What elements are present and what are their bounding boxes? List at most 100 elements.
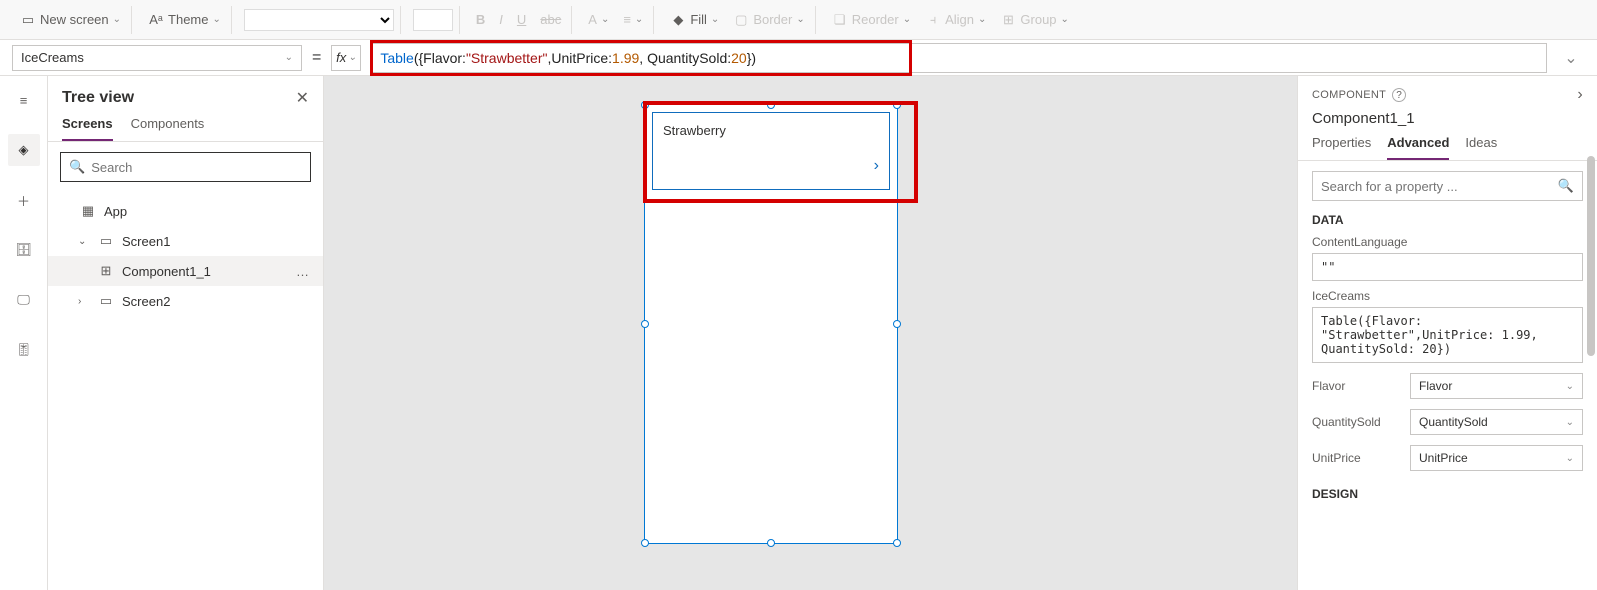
strike-button[interactable]: abc <box>536 10 565 29</box>
tree-node-screen2[interactable]: › ▭ Screen2 <box>48 286 323 316</box>
resize-handle[interactable] <box>893 539 901 547</box>
resize-handle[interactable] <box>893 320 901 328</box>
ribbon-toolbar: ▭ New screen ⌄ Aᵃ Theme ⌄ B I U abc A⌄ ≡… <box>0 0 1597 40</box>
resize-handle[interactable] <box>893 101 901 109</box>
property-search-input[interactable] <box>1321 179 1558 194</box>
resize-handle[interactable] <box>641 320 649 328</box>
rail-settings[interactable]: 🎚 <box>8 334 40 366</box>
text-align-button[interactable]: ≡⌄ <box>619 10 647 29</box>
resize-handle[interactable] <box>641 101 649 109</box>
database-icon: 🗄 <box>15 242 32 258</box>
chevron-down-icon[interactable]: ⌄ <box>78 236 90 247</box>
more-options-button[interactable]: … <box>296 264 311 279</box>
plus-icon: ＋ <box>17 191 30 210</box>
fill-icon: ◆ <box>670 12 686 28</box>
selected-component-name: Component1_1 <box>1298 106 1597 135</box>
tab-components[interactable]: Components <box>131 116 205 141</box>
search-icon: 🔍 <box>69 159 85 175</box>
font-size-input[interactable] <box>413 9 453 31</box>
contentlanguage-field[interactable]: "" <box>1312 253 1583 281</box>
tree-node-app[interactable]: ▦ App <box>48 196 323 226</box>
italic-button[interactable]: I <box>495 10 507 29</box>
flavor-select[interactable]: Flavor ⌄ <box>1410 373 1583 399</box>
section-data-header: DATA <box>1312 213 1583 227</box>
quantitysold-select[interactable]: QuantitySold ⌄ <box>1410 409 1583 435</box>
help-icon[interactable]: ? <box>1392 88 1406 102</box>
component-icon: ⊞ <box>98 263 114 279</box>
main-area: ≡ ◈ ＋ 🗄 🖵 🎚 Tree view ✕ Screens Componen… <box>0 76 1597 590</box>
rail-tree-view[interactable]: ◈ <box>8 134 40 166</box>
font-family-select[interactable] <box>244 9 394 31</box>
property-name: IceCreams <box>21 50 84 65</box>
property-search[interactable]: 🔍 <box>1312 171 1583 201</box>
border-button[interactable]: ▢ Border ⌄ <box>729 10 808 30</box>
media-icon: 🖵 <box>17 292 30 308</box>
new-screen-button[interactable]: ▭ New screen ⌄ <box>16 10 125 30</box>
reorder-icon: ❏ <box>832 12 848 28</box>
left-rail: ≡ ◈ ＋ 🗄 🖵 🎚 <box>0 76 48 590</box>
border-icon: ▢ <box>733 12 749 28</box>
layers-icon: ◈ <box>19 142 29 158</box>
chevron-right-icon[interactable]: › <box>78 296 90 307</box>
quantitysold-label: QuantitySold <box>1312 415 1402 429</box>
rail-media[interactable]: 🖵 <box>8 284 40 316</box>
bold-button[interactable]: B <box>472 10 489 29</box>
expand-panel-button[interactable]: › <box>1577 86 1583 104</box>
chevron-down-icon: ⌄ <box>1566 381 1574 392</box>
gallery-item-flavor: Strawberry <box>663 123 726 138</box>
tree-search[interactable]: 🔍 <box>60 152 311 182</box>
rail-data[interactable]: 🗄 <box>8 234 40 266</box>
contentlanguage-label: ContentLanguage <box>1312 235 1583 249</box>
tab-properties[interactable]: Properties <box>1312 135 1371 160</box>
fill-button[interactable]: ◆ Fill ⌄ <box>666 10 723 30</box>
icecreams-field[interactable]: Table({Flavor: "Strawbetter",UnitPrice: … <box>1312 307 1583 363</box>
unitprice-select[interactable]: UnitPrice ⌄ <box>1410 445 1583 471</box>
rail-insert[interactable]: ＋ <box>8 184 40 216</box>
reorder-label: Reorder <box>852 12 899 27</box>
font-color-button[interactable]: A⌄ <box>584 10 613 29</box>
formula-token-fn: Table <box>380 50 413 66</box>
tree-node-component1-1[interactable]: ⊞ Component1_1 … <box>48 256 323 286</box>
formula-expand-button[interactable]: ⌄ <box>1557 48 1585 68</box>
new-screen-label: New screen <box>40 12 109 27</box>
gallery-item[interactable]: Strawberry › <box>652 112 890 190</box>
theme-button[interactable]: Aᵃ Theme ⌄ <box>144 10 225 30</box>
tab-screens[interactable]: Screens <box>62 116 113 141</box>
unitprice-label: UnitPrice <box>1312 451 1402 465</box>
tree-node-screen1[interactable]: ⌄ ▭ Screen1 <box>48 226 323 256</box>
align-icon: ⫞ <box>925 12 941 28</box>
chevron-down-icon: ⌄ <box>1564 48 1577 68</box>
resize-handle[interactable] <box>641 539 649 547</box>
unitprice-value: UnitPrice <box>1419 451 1468 465</box>
group-button[interactable]: ⊞ Group ⌄ <box>996 10 1073 30</box>
align-button[interactable]: ⫞ Align ⌄ <box>921 10 990 30</box>
rail-hamburger[interactable]: ≡ <box>8 84 40 116</box>
group-label: Group <box>1020 12 1056 27</box>
chevron-down-icon: ⌄ <box>285 52 293 63</box>
equals-sign: = <box>312 49 321 67</box>
resize-handle[interactable] <box>767 539 775 547</box>
fx-button[interactable]: fx ⌄ <box>331 45 361 71</box>
screen-icon: ▭ <box>98 293 114 309</box>
property-selector[interactable]: IceCreams ⌄ <box>12 45 302 71</box>
chevron-down-icon: ⌄ <box>1566 417 1574 428</box>
tree-node-label: Component1_1 <box>122 264 211 279</box>
quantitysold-value: QuantitySold <box>1419 415 1488 429</box>
fill-label: Fill <box>690 12 707 27</box>
tab-advanced[interactable]: Advanced <box>1387 135 1449 160</box>
chevron-down-icon: ⌄ <box>348 52 356 63</box>
chevron-right-icon[interactable]: › <box>874 157 879 175</box>
reorder-button[interactable]: ❏ Reorder ⌄ <box>828 10 915 30</box>
app-icon: ▦ <box>80 203 96 219</box>
canvas[interactable]: Strawberry › <box>324 76 1297 590</box>
scrollbar-thumb[interactable] <box>1587 156 1595 356</box>
resize-handle[interactable] <box>767 101 775 109</box>
tree-node-label: App <box>104 204 127 219</box>
underline-button[interactable]: U <box>513 10 530 29</box>
tab-ideas[interactable]: Ideas <box>1465 135 1497 160</box>
flavor-value: Flavor <box>1419 379 1452 393</box>
close-panel-button[interactable]: ✕ <box>296 88 309 108</box>
screen-icon: ▭ <box>20 12 36 28</box>
tree-search-input[interactable] <box>91 160 302 175</box>
formula-input[interactable]: Table({Flavor: "Strawbetter",UnitPrice: … <box>371 43 1547 73</box>
